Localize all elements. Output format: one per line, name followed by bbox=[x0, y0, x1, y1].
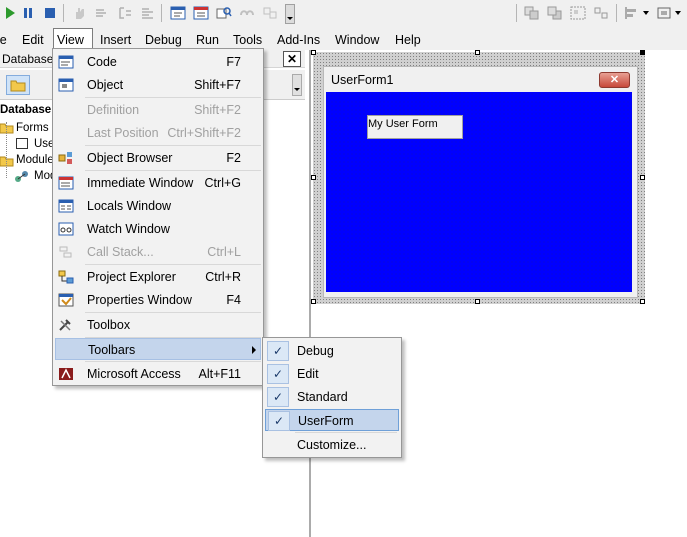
submenu-item-debug[interactable]: ✓ Debug bbox=[265, 340, 399, 362]
submenu-item-standard[interactable]: ✓ Standard bbox=[265, 386, 399, 408]
clear-bookmarks-icon[interactable] bbox=[262, 5, 278, 21]
center-icon[interactable] bbox=[656, 5, 672, 21]
menu-bar: le Edit View Insert Debug Run Tools Add-… bbox=[0, 28, 687, 50]
userform-close-button[interactable]: ✕ bbox=[599, 72, 630, 88]
panel-close-button[interactable]: ✕ bbox=[283, 51, 301, 67]
watch-window-icon bbox=[57, 221, 75, 237]
menu-window[interactable]: Window bbox=[332, 31, 382, 49]
submenu-item-edit[interactable]: ✓ Edit bbox=[265, 363, 399, 385]
code-window-icon bbox=[57, 54, 75, 70]
toggle-breakpoint-icon[interactable] bbox=[239, 5, 255, 21]
userform-title: UserForm1 bbox=[331, 73, 394, 87]
properties-window-icon bbox=[57, 292, 75, 308]
checkmark-icon: ✓ bbox=[267, 387, 289, 407]
locals-window-icon bbox=[57, 198, 75, 214]
menu-edit[interactable]: Edit bbox=[19, 31, 47, 49]
submenu-arrow-icon bbox=[252, 346, 256, 354]
menu-item-last-position[interactable]: Last Position Ctrl+Shift+F2 bbox=[55, 122, 261, 144]
menu-item-toolbars[interactable]: Toolbars bbox=[55, 338, 261, 360]
resize-handle[interactable] bbox=[311, 50, 316, 55]
toolbar-overflow-icon[interactable] bbox=[285, 4, 295, 24]
object-browser-icon bbox=[57, 150, 75, 166]
submenu-item-userform[interactable]: ✓ UserForm bbox=[265, 409, 399, 431]
checkmark-icon: ✓ bbox=[268, 411, 290, 431]
stop-icon[interactable] bbox=[42, 5, 58, 21]
resize-handle[interactable] bbox=[475, 50, 480, 55]
bring-to-front-icon[interactable] bbox=[524, 5, 540, 21]
panel-title: Database bbox=[2, 52, 54, 66]
immediate-window-icon bbox=[57, 175, 75, 191]
menu-item-code[interactable]: Code F7 bbox=[55, 51, 261, 73]
standard-toolbar bbox=[0, 0, 687, 28]
menu-view[interactable]: View bbox=[53, 28, 93, 50]
call-stack-icon bbox=[57, 244, 75, 260]
menu-item-call-stack[interactable]: Call Stack... Ctrl+L bbox=[55, 241, 261, 263]
menu-item-toolbox[interactable]: Toolbox bbox=[55, 314, 261, 336]
submenu-item-customize[interactable]: Customize... bbox=[265, 434, 399, 456]
microsoft-access-icon bbox=[57, 366, 75, 382]
resize-handle[interactable] bbox=[311, 175, 316, 180]
menu-help[interactable]: Help bbox=[392, 31, 424, 49]
toggle-folders-icon[interactable] bbox=[6, 75, 30, 95]
center-dropdown-icon[interactable] bbox=[674, 5, 682, 21]
object-icon bbox=[57, 77, 75, 93]
folder-icon bbox=[0, 155, 14, 170]
menu-item-project-explorer[interactable]: Project Explorer Ctrl+R bbox=[55, 266, 261, 288]
toolbox-icon bbox=[57, 317, 75, 333]
step-into-icon[interactable] bbox=[94, 5, 110, 21]
step-over-icon[interactable] bbox=[117, 5, 133, 21]
project-explorer-icon bbox=[57, 269, 75, 285]
menu-item-watch-window[interactable]: Watch Window bbox=[55, 218, 261, 240]
menu-tools[interactable]: Tools bbox=[230, 31, 265, 49]
toolbars-submenu: ✓ Debug ✓ Edit ✓ Standard ✓ UserForm Cus… bbox=[262, 337, 402, 458]
properties-icon[interactable] bbox=[193, 5, 209, 21]
align-dropdown-icon[interactable] bbox=[642, 5, 650, 21]
folder-icon bbox=[0, 122, 14, 137]
resize-handle[interactable] bbox=[640, 299, 645, 304]
tree-line bbox=[6, 122, 7, 178]
align-left-icon[interactable] bbox=[624, 5, 640, 21]
menu-item-properties-window[interactable]: Properties Window F4 bbox=[55, 289, 261, 311]
resize-handle[interactable] bbox=[475, 299, 480, 304]
menu-item-definition[interactable]: Definition Shift+F2 bbox=[55, 99, 261, 121]
explorer-scroll-icon[interactable] bbox=[292, 74, 302, 96]
menu-add-ins[interactable]: Add-Ins bbox=[274, 31, 323, 49]
send-to-back-icon[interactable] bbox=[547, 5, 563, 21]
menu-item-immediate-window[interactable]: Immediate Window Ctrl+G bbox=[55, 172, 261, 194]
menu-item-object-browser[interactable]: Object Browser F2 bbox=[55, 147, 261, 169]
tree-forms[interactable]: Forms bbox=[16, 122, 49, 134]
pause-icon[interactable] bbox=[20, 5, 36, 21]
resize-handle[interactable] bbox=[640, 175, 645, 180]
checkmark-icon: ✓ bbox=[267, 341, 289, 361]
group-icon[interactable] bbox=[570, 5, 586, 21]
resize-handle[interactable] bbox=[640, 50, 645, 55]
module-icon bbox=[14, 169, 30, 186]
ungroup-icon[interactable] bbox=[593, 5, 609, 21]
object-browser-toolbar-icon[interactable] bbox=[216, 5, 232, 21]
menu-item-object[interactable]: Object Shift+F7 bbox=[55, 74, 261, 96]
resize-handle[interactable] bbox=[311, 299, 316, 304]
form-icon bbox=[16, 138, 28, 149]
menu-debug[interactable]: Debug bbox=[142, 31, 185, 49]
design-mode-icon[interactable] bbox=[72, 5, 88, 21]
userform-label[interactable]: My User Form bbox=[367, 115, 463, 139]
menu-item-microsoft-access[interactable]: Microsoft Access Alt+F11 bbox=[55, 363, 261, 385]
step-out-icon[interactable] bbox=[140, 5, 156, 21]
menu-item-locals-window[interactable]: Locals Window bbox=[55, 195, 261, 217]
checkmark-icon: ✓ bbox=[267, 364, 289, 384]
run-icon[interactable] bbox=[2, 5, 18, 21]
menu-file[interactable]: le bbox=[0, 31, 10, 49]
view-menu-dropdown: Code F7 Object Shift+F7 Definition Shift… bbox=[52, 48, 264, 386]
menu-insert[interactable]: Insert bbox=[97, 31, 134, 49]
menu-run[interactable]: Run bbox=[193, 31, 222, 49]
userform-window-icon[interactable] bbox=[170, 5, 186, 21]
tree-root-database[interactable]: Database bbox=[0, 104, 51, 116]
